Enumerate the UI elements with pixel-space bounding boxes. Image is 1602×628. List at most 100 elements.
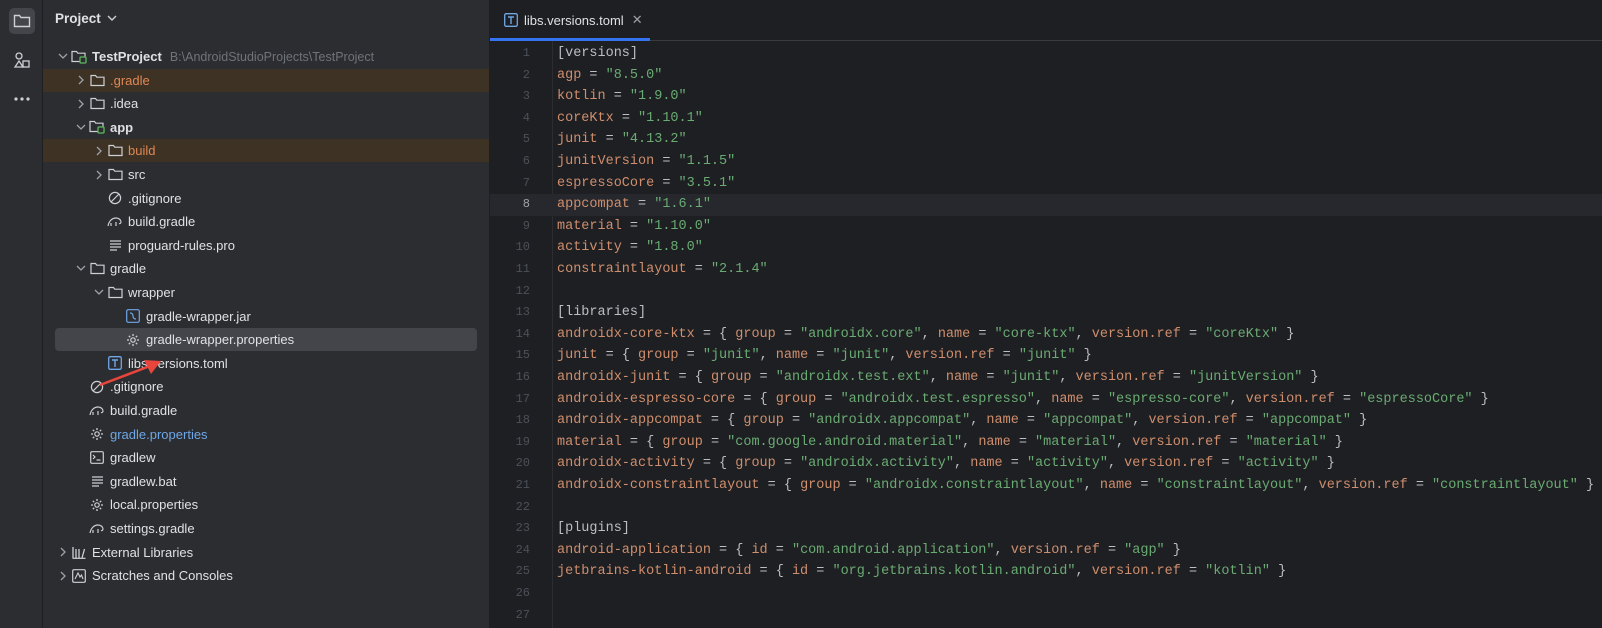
- tree-item[interactable]: proguard-rules.pro: [43, 234, 489, 257]
- tree-item-label: gradle: [110, 261, 147, 277]
- tree-item[interactable]: External Libraries: [43, 541, 489, 564]
- code-line[interactable]: [552, 281, 1602, 303]
- gradle-icon: [89, 403, 105, 419]
- structure-tool-button[interactable]: [9, 47, 35, 73]
- gradle-icon: [107, 214, 123, 230]
- panel-title: Project: [55, 11, 101, 26]
- tool-window-strip: [0, 0, 43, 628]
- code-line[interactable]: junitVersion = "1.1.5": [552, 151, 1602, 173]
- chevron-right-icon[interactable]: [73, 75, 89, 85]
- code-line[interactable]: [versions]: [552, 43, 1602, 65]
- code-line[interactable]: espressoCore = "3.5.1": [552, 173, 1602, 195]
- project-view-selector[interactable]: Project: [55, 11, 117, 26]
- tree-item-label: wrapper: [128, 285, 175, 300]
- tree-item[interactable]: gradle.properties: [43, 423, 489, 446]
- code-line[interactable]: androidx-junit = { group = "androidx.tes…: [552, 367, 1602, 389]
- line-number: 25: [515, 564, 530, 579]
- tree-item-label: External Libraries: [92, 544, 194, 560]
- chevron-right-icon[interactable]: [91, 170, 107, 180]
- code-line[interactable]: [libraries]: [552, 302, 1602, 324]
- chevron-down-icon[interactable]: [73, 265, 89, 272]
- code-line[interactable]: junit = "4.13.2": [552, 129, 1602, 151]
- code-line[interactable]: material = { group = "com.google.android…: [552, 432, 1602, 454]
- code-line[interactable]: [552, 583, 1602, 605]
- tree-item[interactable]: .idea: [43, 92, 489, 115]
- tree-item[interactable]: build: [43, 139, 489, 163]
- library-icon: [71, 544, 87, 560]
- code-line[interactable]: material = "1.10.0": [552, 216, 1602, 238]
- tree-item[interactable]: TestProject B:\AndroidStudioProjects\Test…: [43, 45, 489, 68]
- code-line[interactable]: androidx-core-ktx = { group = "androidx.…: [552, 324, 1602, 346]
- code-line[interactable]: jetbrains-kotlin-android = { id = "org.j…: [552, 561, 1602, 583]
- tree-item[interactable]: Scratches and Consoles: [43, 564, 489, 587]
- tree-item[interactable]: gradle-wrapper.jar: [43, 305, 489, 328]
- code-line[interactable]: activity = "1.8.0": [552, 237, 1602, 259]
- line-number: 21: [515, 478, 530, 492]
- tree-item-label: gradlew.bat: [110, 473, 177, 489]
- tree-item[interactable]: local.properties: [43, 493, 489, 516]
- line-number: 26: [515, 586, 530, 600]
- code-line[interactable]: constraintlayout = "2.1.4": [552, 259, 1602, 281]
- tree-item-label: build.gradle: [110, 403, 178, 418]
- tree-item[interactable]: gradle: [43, 257, 489, 280]
- tree-item[interactable]: settings.gradle: [43, 517, 489, 540]
- editor: libs.versions.toml ✕ 1 2 3 4 5 6 7 8 9 10 11 12 13 14…: [490, 0, 1602, 628]
- tree-item[interactable]: .gradle: [43, 68, 489, 92]
- text-file-icon: [89, 473, 105, 489]
- code-line[interactable]: androidx-appcompat = { group = "androidx…: [552, 410, 1602, 432]
- gradle-icon: [89, 521, 105, 537]
- line-number: 3: [522, 89, 530, 104]
- chevron-right-icon[interactable]: [73, 99, 89, 109]
- more-dots-icon: [14, 97, 30, 101]
- code-area[interactable]: [versions] agp = "8.5.0" kotlin = "1.9.0" c…: [552, 41, 1602, 628]
- code-line[interactable]: [552, 605, 1602, 627]
- text-file-icon: [107, 237, 123, 253]
- line-number: 16: [515, 370, 530, 384]
- code-line[interactable]: [plugins]: [552, 518, 1602, 540]
- chevron-right-icon[interactable]: [91, 146, 107, 156]
- line-number: 14: [515, 326, 530, 341]
- tree-item[interactable]: src: [43, 163, 489, 186]
- code-line[interactable]: appcompat = "1.6.1": [552, 194, 1602, 216]
- project-tool-button[interactable]: [9, 8, 35, 34]
- code-line[interactable]: androidx-constraintlayout = { group = "a…: [552, 475, 1602, 497]
- code-line[interactable]: junit = { group = "junit", name = "junit…: [552, 345, 1602, 367]
- close-icon[interactable]: ✕: [632, 12, 643, 28]
- code-line[interactable]: agp = "8.5.0": [552, 65, 1602, 87]
- line-number: 1: [522, 46, 530, 60]
- terminal-icon: [89, 450, 105, 466]
- tab-libs-versions-toml[interactable]: libs.versions.toml ✕: [490, 0, 650, 41]
- project-panel: Project TestProject B:\AndroidStudioProje…: [43, 0, 490, 628]
- chevron-down-icon: [107, 15, 117, 21]
- tree-item[interactable]: .gitignore: [43, 187, 489, 210]
- tree-item[interactable]: gradlew: [43, 446, 489, 469]
- code-line[interactable]: kotlin = "1.9.0": [552, 86, 1602, 108]
- line-number: 5: [522, 132, 530, 147]
- tree-item[interactable]: app: [43, 116, 489, 139]
- tree-item-label: settings.gradle: [110, 521, 195, 536]
- chevron-down-icon[interactable]: [55, 53, 71, 60]
- code-line[interactable]: android-application = { id = "com.androi…: [552, 540, 1602, 562]
- line-number: 6: [522, 154, 530, 168]
- settings-gear-icon: [125, 332, 141, 348]
- chevron-right-icon[interactable]: [55, 571, 71, 581]
- line-number: 9: [522, 218, 530, 233]
- tree-item[interactable]: gradlew.bat: [43, 470, 489, 493]
- more-tools-button[interactable]: [9, 86, 35, 112]
- tree-item[interactable]: wrapper: [43, 281, 489, 304]
- line-number: 27: [515, 607, 530, 622]
- tree-item-label: gradle-wrapper.jar: [146, 308, 251, 324]
- code-line[interactable]: [552, 497, 1602, 519]
- module-folder-icon: [89, 119, 105, 135]
- line-number: 23: [515, 521, 530, 536]
- tree-item[interactable]: build.gradle: [43, 210, 489, 233]
- tree-item[interactable]: gradle-wrapper.properties: [55, 328, 477, 352]
- chevron-right-icon[interactable]: [55, 547, 71, 557]
- line-number: 11: [515, 262, 530, 276]
- chevron-down-icon[interactable]: [91, 289, 107, 296]
- code-line[interactable]: androidx-espresso-core = { group = "andr…: [552, 389, 1602, 411]
- chevron-down-icon[interactable]: [73, 124, 89, 131]
- tree-item[interactable]: build.gradle: [43, 399, 489, 422]
- code-line[interactable]: androidx-activity = { group = "androidx.…: [552, 453, 1602, 475]
- code-line[interactable]: coreKtx = "1.10.1": [552, 108, 1602, 130]
